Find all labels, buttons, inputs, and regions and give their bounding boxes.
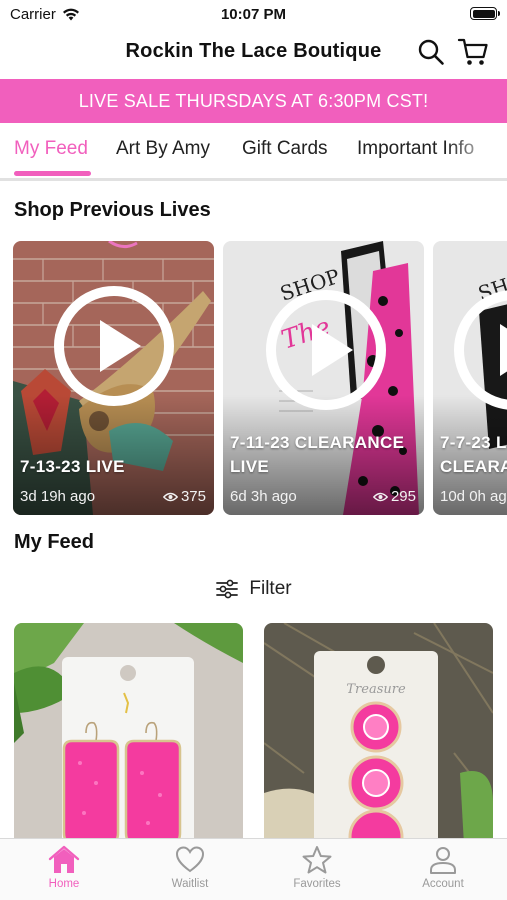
live-age: 3d 19h ago xyxy=(20,488,96,505)
live-card[interactable]: SHOP The 7-11-23 CLEARANCE LIVE 6d 3h ag… xyxy=(223,241,424,515)
live-age: 10d 0h ago xyxy=(440,488,507,505)
play-icon[interactable] xyxy=(265,289,387,411)
promo-banner[interactable]: LIVE SALE THURSDAYS AT 6:30PM CST! xyxy=(0,79,507,123)
product-card[interactable]: Treasure xyxy=(264,623,493,845)
play-icon[interactable] xyxy=(53,285,175,407)
battery-icon xyxy=(470,7,500,20)
my-feed-heading: My Feed xyxy=(14,531,95,553)
status-bar: Carrier 10:07 PM xyxy=(0,0,507,30)
tab-my-feed[interactable]: My Feed xyxy=(14,138,88,160)
app-header: Rockin The Lace Boutique xyxy=(0,30,507,78)
filter-button[interactable]: Filter xyxy=(0,574,507,604)
product-image: Treasure xyxy=(264,623,493,845)
bottom-tab-bar: Home Waitlist Favorites Account xyxy=(0,838,507,900)
live-title: 7-13-23 LIVE xyxy=(20,457,125,476)
sliders-icon xyxy=(216,579,239,599)
live-age: 6d 3h ago xyxy=(230,488,297,505)
live-title: 7-7-23 LIVE CLEARANCE xyxy=(440,433,507,476)
live-card[interactable]: 7-13-23 LIVE 3d 19h ago 375 xyxy=(13,241,214,515)
svg-text:Treasure: Treasure xyxy=(346,682,406,697)
product-card[interactable] xyxy=(14,623,243,845)
person-icon xyxy=(430,847,456,874)
live-card[interactable]: SHOP 7-7-23 LIVE CLEARANCE 10d 0h ago xyxy=(433,241,507,515)
category-tabs: My Feed Art By Amy Gift Cards Important … xyxy=(0,123,507,181)
tab-gift-cards[interactable]: Gift Cards xyxy=(242,138,328,160)
cart-icon[interactable] xyxy=(457,37,489,67)
heart-icon xyxy=(175,846,205,873)
eye-icon xyxy=(372,492,388,501)
search-icon[interactable] xyxy=(417,38,445,66)
home-icon xyxy=(48,845,80,873)
nav-waitlist[interactable]: Waitlist xyxy=(140,845,240,890)
live-title: 7-11-23 CLEARANCE LIVE xyxy=(230,433,405,476)
nav-home[interactable]: Home xyxy=(14,845,114,890)
eye-icon xyxy=(162,492,178,501)
star-icon xyxy=(302,846,332,874)
previous-lives-carousel[interactable]: 7-13-23 LIVE 3d 19h ago 375 SHOP The 7-1… xyxy=(0,241,507,515)
view-count: 375 xyxy=(162,488,206,505)
tab-art-by-amy[interactable]: Art By Amy xyxy=(116,138,210,160)
view-count: 295 xyxy=(372,488,416,505)
product-image xyxy=(14,623,243,845)
active-tab-indicator xyxy=(14,171,91,176)
play-icon[interactable] xyxy=(453,289,507,411)
nav-favorites[interactable]: Favorites xyxy=(267,845,367,890)
tab-overflow-fade xyxy=(447,123,507,178)
filter-label: Filter xyxy=(249,578,292,599)
previous-lives-heading: Shop Previous Lives xyxy=(14,199,211,221)
nav-account[interactable]: Account xyxy=(393,845,493,890)
clock: 10:07 PM xyxy=(220,6,287,23)
